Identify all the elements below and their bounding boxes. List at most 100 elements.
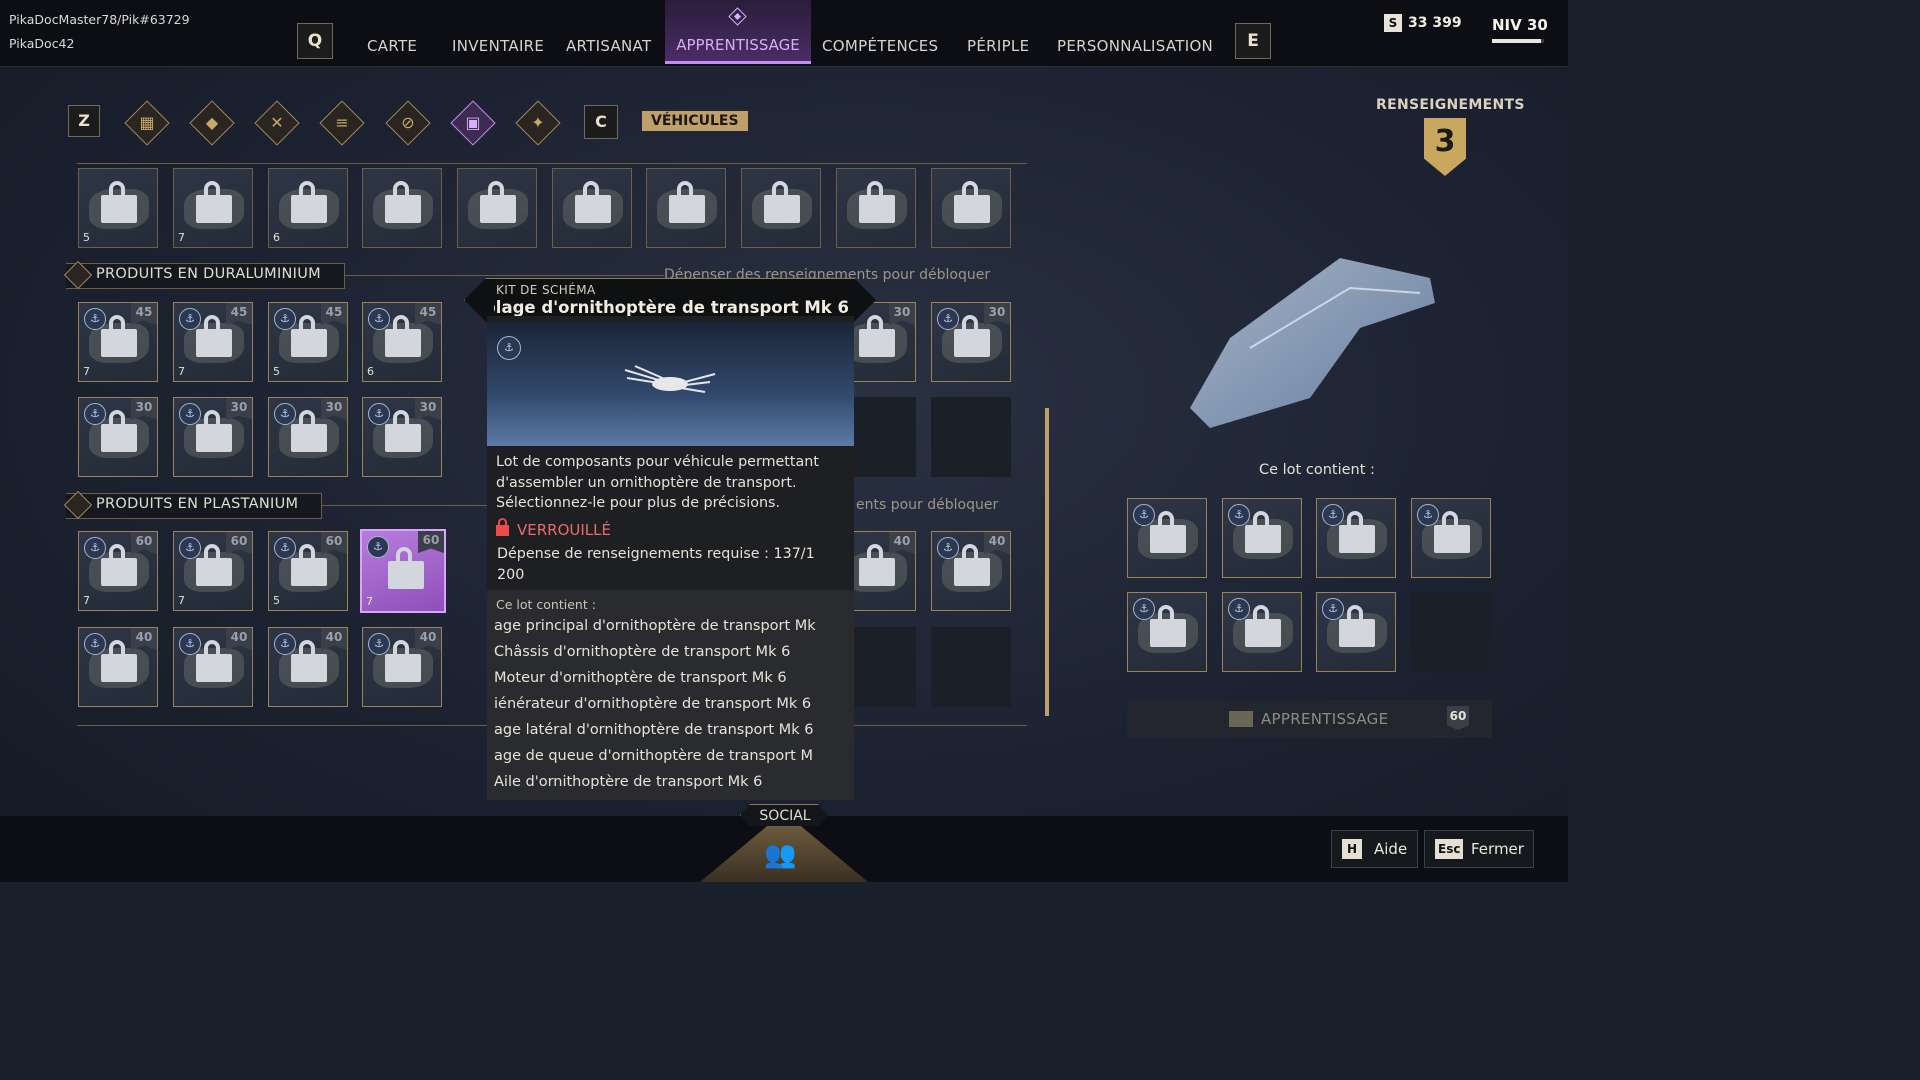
learn-button[interactable]: APPRENTISSAGE 60 [1127,700,1492,738]
tooltip-description: Lot de composants pour véhicule permetta… [496,454,819,511]
social-tab[interactable]: SOCIAL [740,804,828,826]
tab-inventaire[interactable]: INVENTAIRE [452,37,544,55]
contents-item-card[interactable]: ⚓ [1316,498,1396,578]
selected-item-card[interactable]: ⚓ 60 7 [360,529,446,613]
close-key: Esc [1435,839,1464,859]
list-item: Châssis d'ornithoptère de transport Mk 6 [494,644,791,660]
contents-label: Ce lot contient : [1259,462,1375,478]
list-item: Aile d'ornithoptère de transport Mk 6 [494,774,763,790]
item-card[interactable]: ⚓ 45 6 [362,302,442,382]
player-subname: PikaDoc42 [9,36,75,51]
category-water-drop-icon[interactable]: ◆ [189,100,235,146]
item-card[interactable] [552,168,632,248]
level-progress-bar [1492,39,1544,43]
schematic-badge-icon: ⚓ [497,336,521,360]
help-key: H [1342,839,1362,859]
learn-cost: 60 [1447,706,1469,730]
ornithopter-icon [624,365,716,393]
tab-periple[interactable]: PÉRIPLE [967,37,1029,55]
player-name: PikaDocMaster78/Pik#63729 [9,12,190,27]
divider [77,163,1027,164]
active-diamond-icon [728,7,747,26]
empty-slot [931,627,1011,707]
section-hint-partial: ents pour débloquer [856,497,999,513]
divider [344,275,664,276]
item-card[interactable]: ⚓ 40 [362,627,442,707]
item-card[interactable]: 7 [173,168,253,248]
contents-item-card[interactable]: ⚓ [1222,592,1302,672]
tooltip-kit-label: KIT DE SCHÉMA [496,283,596,297]
item-card[interactable]: ⚓ 40 [268,627,348,707]
item-card[interactable] [836,168,916,248]
item-card[interactable]: ⚓ 60 5 [268,531,348,611]
item-card[interactable]: ⚓ 40 [931,531,1011,611]
item-card[interactable]: ⚓ 60 7 [173,531,253,611]
category-stacked-bars-icon[interactable]: ≡ [319,100,365,146]
close-button[interactable]: Esc Fermer [1424,830,1534,868]
currency-display: S 33 399 [1384,14,1462,32]
tooltip-preview-image: ⚓ [487,322,854,446]
item-card[interactable]: ⚓ 40 [78,627,158,707]
item-card[interactable]: ⚓ 45 5 [268,302,348,382]
item-card[interactable] [931,168,1011,248]
level-progress-fill [1492,39,1542,43]
list-item: iénérateur d'ornithoptère de transport M… [494,696,812,712]
contents-item-card[interactable]: ⚓ [1127,592,1207,672]
top-bar: PikaDocMaster78/Pik#63729 PikaDoc42 Q CA… [0,0,1568,67]
tab-apprentissage[interactable]: APPRENTISSAGE [665,0,811,64]
next-tab-key[interactable]: E [1235,23,1271,59]
intel-count-badge: 3 [1408,118,1482,178]
item-card[interactable]: ⚓ 30 [78,397,158,477]
prev-category-key[interactable]: Z [68,105,100,137]
prev-tab-key[interactable]: Q [297,23,333,59]
vehicle-hologram-image [1190,258,1435,428]
category-gear-spark-icon[interactable]: ✦ [515,100,561,146]
tooltip-title: Kit d'assemblage d'ornithoptère de trans… [494,298,849,317]
category-vehicle-icon[interactable]: ▣ [450,100,496,146]
tab-apprentissage-label: APPRENTISSAGE [676,36,800,54]
item-card[interactable]: ⚓ 30 [931,302,1011,382]
item-card[interactable]: ⚓ 30 [173,397,253,477]
divider [321,505,487,506]
list-scrollbar[interactable] [1045,408,1049,716]
item-card[interactable] [741,168,821,248]
item-card[interactable] [362,168,442,248]
help-label: Aide [1374,840,1408,858]
intel-count: 3 [1434,124,1456,159]
tab-competences[interactable]: COMPÉTENCES [822,37,938,55]
item-card[interactable]: ⚓ 30 [268,397,348,477]
item-card[interactable] [646,168,726,248]
tab-personnalisation[interactable]: PERSONNALISATION [1057,37,1213,55]
item-card[interactable]: 5 [78,168,158,248]
item-card[interactable] [457,168,537,248]
item-card[interactable]: 6 [268,168,348,248]
category-compass-icon[interactable]: ⊘ [385,100,431,146]
category-grid-icon[interactable]: ▦ [124,100,170,146]
tooltip-status: VERROUILLÉ [496,518,611,539]
list-item: age de queue d'ornithoptère de transport… [494,748,813,764]
empty-slot [931,397,1011,477]
spacebar-key-icon [1229,711,1253,727]
empty-slot [1411,592,1491,672]
contents-item-card[interactable]: ⚓ [1411,498,1491,578]
solari-icon: S [1384,14,1402,32]
people-icon[interactable]: 👥 [764,840,796,870]
contents-item-card[interactable]: ⚓ [1316,592,1396,672]
learn-button-label: APPRENTISSAGE [1261,710,1389,728]
app-root: PikaDocMaster78/Pik#63729 PikaDoc42 Q CA… [0,0,1568,882]
item-card[interactable]: ⚓ 30 [362,397,442,477]
item-card[interactable]: ⚓ 45 7 [78,302,158,382]
intel-label: RENSEIGNEMENTS [1376,97,1525,113]
tab-carte[interactable]: CARTE [367,37,417,55]
item-card[interactable]: ⚓ 40 [173,627,253,707]
player-level: NIV 30 [1492,16,1548,34]
tab-artisanat[interactable]: ARTISANAT [566,37,651,55]
currency-amount: 33 399 [1408,15,1462,31]
help-button[interactable]: H Aide [1331,830,1418,868]
item-card[interactable]: ⚓ 60 7 [78,531,158,611]
contents-item-card[interactable]: ⚓ [1127,498,1207,578]
next-category-key[interactable]: C [584,105,618,139]
item-card[interactable]: ⚓ 45 7 [173,302,253,382]
contents-item-card[interactable]: ⚓ [1222,498,1302,578]
category-crossed-blades-icon[interactable]: ✕ [254,100,300,146]
